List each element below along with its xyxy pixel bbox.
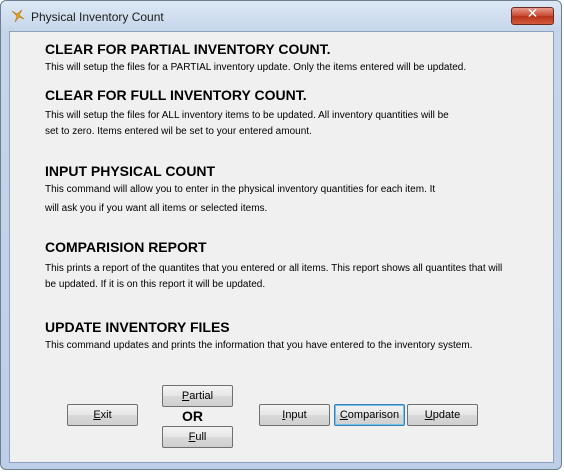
section-text-input-2: will ask you if you want all items or se… — [45, 203, 268, 214]
section-heading-full: CLEAR FOR FULL INVENTORY COUNT. — [45, 87, 307, 103]
comparison-button[interactable]: Comparison — [334, 404, 405, 426]
section-text-comparison-1: This prints a report of the quantites th… — [45, 263, 503, 274]
client-area: CLEAR FOR PARTIAL INVENTORY COUNT. This … — [9, 31, 554, 463]
section-text-comparison-2: be updated. If it is on this report it w… — [45, 279, 266, 290]
section-heading-partial: CLEAR FOR PARTIAL INVENTORY COUNT. — [45, 41, 331, 57]
partial-button[interactable]: Partial — [162, 385, 233, 407]
close-button[interactable]: ✕ — [511, 6, 554, 25]
app-icon — [11, 9, 25, 23]
section-heading-update: UPDATE INVENTORY FILES — [45, 319, 230, 335]
title-bar[interactable]: Physical Inventory Count ✕ — [1, 1, 561, 31]
update-button[interactable]: Update — [407, 404, 478, 426]
app-window: Physical Inventory Count ✕ CLEAR FOR PAR… — [0, 0, 562, 470]
section-text-full-2: set to zero. Items entered wil be set to… — [45, 126, 312, 137]
window-title: Physical Inventory Count — [31, 10, 164, 24]
section-text-partial: This will setup the files for a PARTIAL … — [45, 62, 467, 73]
exit-button[interactable]: Exit — [67, 404, 138, 426]
or-label: OR — [182, 408, 203, 424]
section-text-full-1: This will setup the files for ALL invent… — [45, 110, 449, 121]
input-button[interactable]: Input — [259, 404, 330, 426]
section-text-update: This command updates and prints the info… — [45, 340, 473, 351]
section-heading-input: INPUT PHYSICAL COUNT — [45, 163, 216, 179]
section-heading-comparison: COMPARISION REPORT — [45, 239, 207, 255]
section-text-input-1: This command will allow you to enter in … — [45, 184, 436, 195]
full-button[interactable]: Full — [162, 426, 233, 448]
close-icon: ✕ — [526, 6, 539, 22]
